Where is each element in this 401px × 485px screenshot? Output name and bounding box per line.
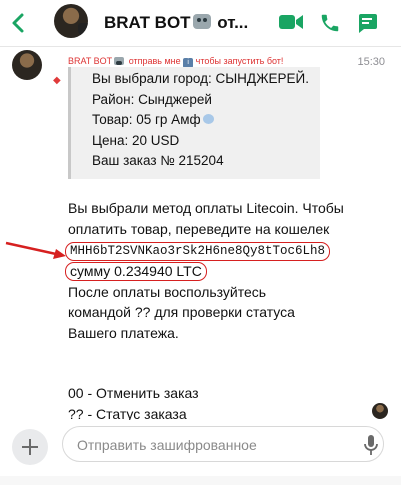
phone-icon[interactable]: [319, 12, 341, 34]
emoji-icon: [202, 114, 214, 124]
chat-title[interactable]: BRAT BOT от...: [104, 13, 248, 33]
body-line: Вашего платежа.: [68, 324, 179, 341]
quote-line-text: Товар: 05 гр Амф: [92, 112, 201, 127]
quote-line: Цена: 20 USD: [92, 132, 180, 148]
bottom-strip: [0, 476, 401, 485]
robot-icon: [114, 57, 125, 65]
chat-lines-icon[interactable]: [356, 12, 378, 34]
message-input[interactable]: [75, 435, 349, 455]
quote-line: Ваш заказ № 215204: [92, 153, 224, 168]
robot-icon: [192, 14, 211, 29]
sender-text: отправь мне: [126, 56, 184, 66]
mic-icon[interactable]: [364, 434, 378, 456]
avatar[interactable]: [54, 4, 88, 38]
body-line: MHH6bT2SVNKao3rSk2H6ne8Qy8tToc6Lh8: [65, 239, 344, 261]
quoted-message-text: Вы выбрали город: СЫНДЖЕРЕЙ. Район: Сынд…: [92, 69, 309, 172]
shield-icon: ◆: [53, 75, 61, 86]
message-field[interactable]: [62, 426, 384, 462]
wallet-address[interactable]: MHH6bT2SVNKao3rSk2H6ne8Qy8tToc6Lh8: [65, 242, 331, 261]
body-line: оплатить товар, переведите на кошелек: [68, 220, 330, 237]
quote-line: Товар: 05 гр Амф: [92, 110, 309, 131]
message-time: 15:30: [357, 56, 385, 68]
video-call-icon[interactable]: [278, 12, 304, 32]
body-line: сумму 0.234940 LTC: [65, 261, 344, 282]
sender-text: чтобы запустить бот!: [193, 56, 284, 66]
body-line: После оплаты воспользуйтесь: [68, 283, 267, 300]
payment-amount-text: сумму 0.234940 LTC: [70, 263, 202, 279]
quote-line: Район: Сынджерей: [92, 91, 212, 107]
chat-header: BRAT BOT от...: [0, 0, 401, 47]
sender-avatar[interactable]: [12, 50, 42, 80]
message-body: Вы выбрали метод оплаты Litecoin. Чтобы …: [65, 198, 344, 424]
read-receipt-avatar: [372, 403, 388, 419]
quote-line: Вы выбрали город: СЫНДЖЕРЕЙ.: [92, 71, 310, 86]
badge-icon: [78, 23, 88, 36]
payment-amount[interactable]: сумму 0.234940 LTC: [65, 262, 207, 281]
command-line: 00 - Отменить заказ: [68, 385, 199, 401]
red-arrow-icon: [5, 241, 66, 259]
chat-title-suffix: от...: [212, 13, 249, 32]
sender-name: BRAT BOT: [68, 56, 113, 66]
plus-icon[interactable]: [12, 429, 48, 465]
quote-bar: [68, 67, 71, 179]
body-line: Вы выбрали метод оплаты Litecoin. Чтобы: [68, 200, 344, 216]
body-line: командой ?? для проверки статуса: [68, 304, 295, 320]
chat-title-text: BRAT BOT: [104, 13, 191, 32]
back-chevron-icon[interactable]: [8, 12, 30, 34]
